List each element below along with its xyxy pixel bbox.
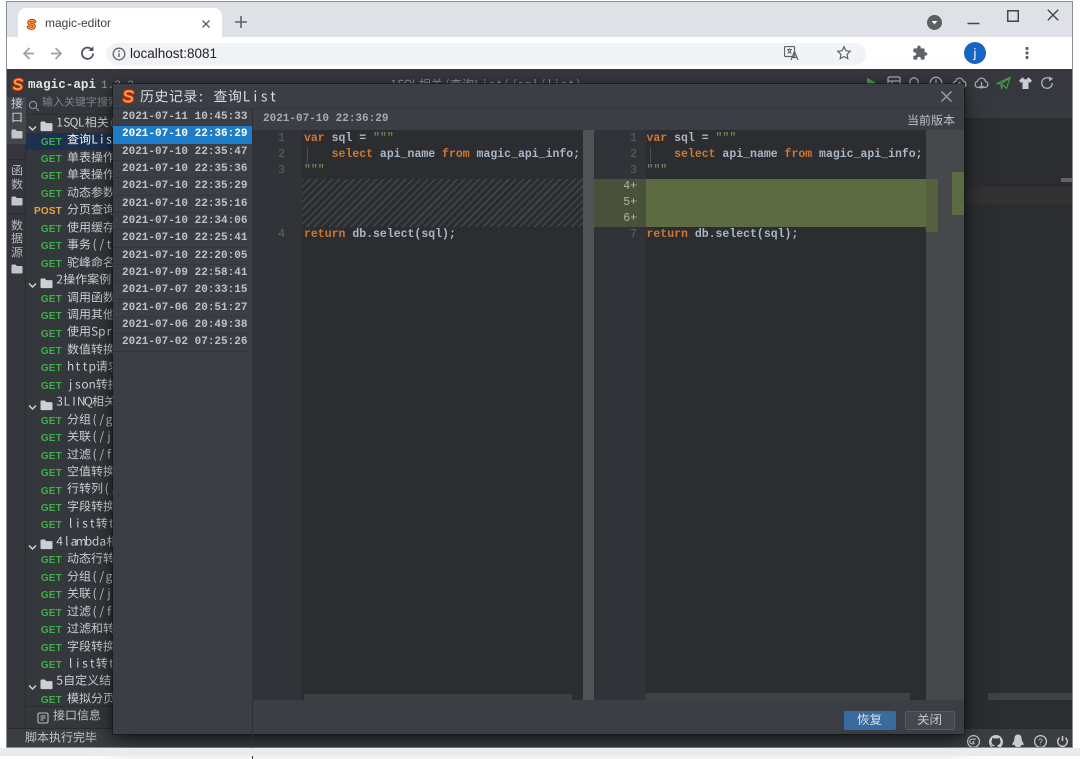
svg-text:?: ? <box>1038 737 1043 746</box>
svg-text:j: j <box>973 46 977 61</box>
